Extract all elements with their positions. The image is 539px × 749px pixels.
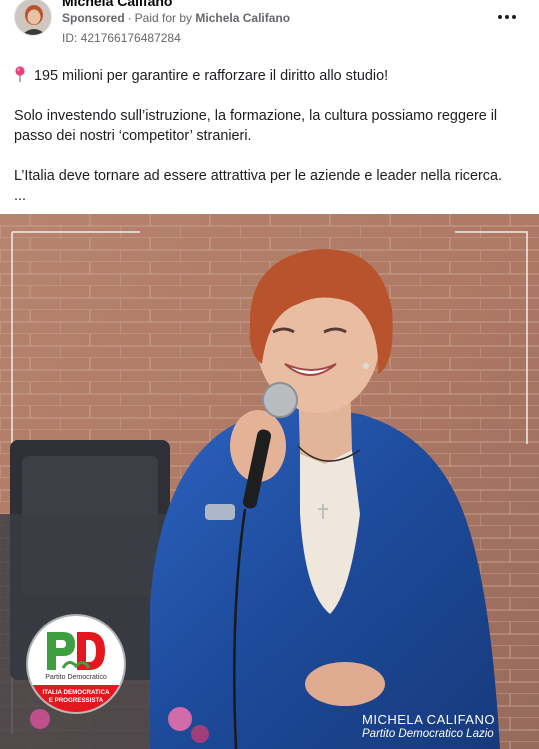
post-paragraph-2: Solo investendo sull’istruzione, la form…: [14, 108, 498, 144]
paid-for-name[interactable]: Michela Califano: [195, 11, 290, 25]
post-headline: 195 milioni per garantire e rafforzare i…: [34, 68, 389, 84]
ad-id: ID: 421766176487284: [62, 31, 181, 45]
post-line-1: 195 milioni per garantire e rafforzare i…: [14, 66, 528, 86]
sponsored-label[interactable]: Sponsored: [62, 11, 125, 25]
round-pushpin-icon: [15, 66, 25, 82]
separator-dot: ·: [127, 11, 132, 25]
image-caption-party: Partito Democratico Lazio: [362, 728, 494, 740]
logo-band: ITALIA DEMOCRATICA E PROGRESSISTA: [28, 685, 124, 712]
pd-logo-mark: [47, 632, 105, 670]
see-more-ellipsis[interactable]: ...: [14, 186, 528, 206]
more-options-icon[interactable]: [492, 6, 522, 28]
post-image[interactable]: Partito Democratico ITALIA DEMOCRATICA E…: [0, 214, 539, 749]
author-name[interactable]: Michela Califano: [62, 0, 172, 9]
post-paragraph-3: L’Italia deve tornare ad essere attratti…: [14, 168, 502, 184]
sponsor-line: Sponsored · Paid for by Michela Califano: [62, 11, 290, 25]
post-header: Michela Califano Sponsored · Paid for by M…: [0, 0, 539, 56]
post-text: 195 milioni per garantire e rafforzare i…: [14, 66, 528, 206]
logo-party-name: Partito Democratico: [45, 674, 107, 681]
image-caption-name: MICHELA CALIFANO: [362, 712, 495, 727]
paid-for-prefix: Paid for by: [134, 11, 193, 25]
author-avatar[interactable]: [14, 0, 52, 36]
party-logo: Partito Democratico ITALIA DEMOCRATICA E…: [28, 616, 124, 712]
logo-band-line-2: E PROGRESSISTA: [48, 697, 104, 704]
logo-band-line-1: ITALIA DEMOCRATICA: [42, 689, 110, 696]
sponsored-post: Michela Califano Sponsored · Paid for by M…: [0, 0, 539, 749]
